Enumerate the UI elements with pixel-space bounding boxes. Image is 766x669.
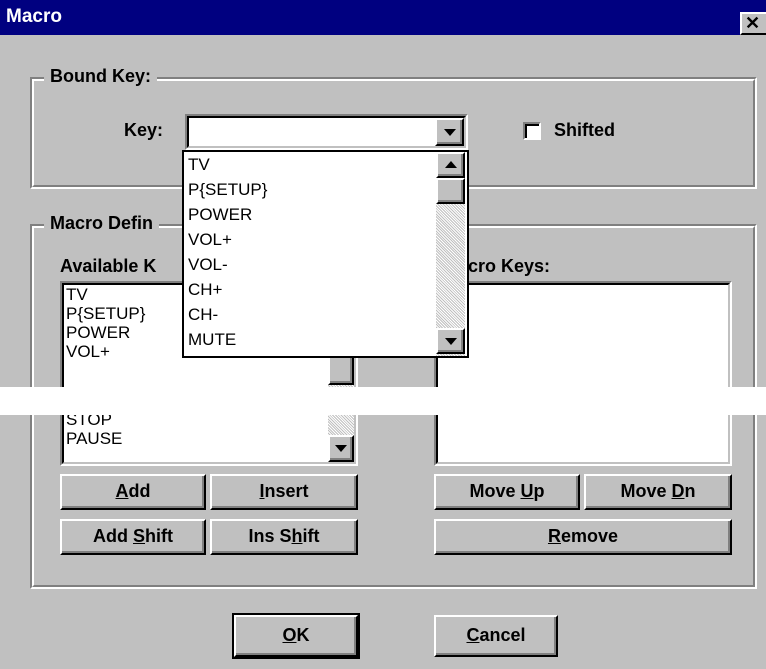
dropdown-item[interactable]: CH- <box>188 305 218 324</box>
shifted-checkbox[interactable] <box>523 122 541 140</box>
remove-button[interactable]: Remove <box>434 519 732 555</box>
scroll-down-button[interactable] <box>328 435 354 462</box>
bound-key-legend: Bound Key: <box>44 66 157 87</box>
chevron-down-icon <box>445 338 457 345</box>
dropdown-item[interactable]: TV <box>188 155 210 174</box>
window-title: Macro <box>6 6 62 27</box>
title-bar[interactable]: Macro ✕ <box>0 0 766 35</box>
ok-button[interactable]: OK <box>232 613 360 659</box>
cancel-button[interactable]: Cancel <box>434 615 558 657</box>
key-label: Key: <box>124 120 164 140</box>
add-shift-button[interactable]: Add Shift <box>60 519 206 555</box>
dropdown-scrollbar-thumb[interactable] <box>436 178 465 204</box>
macro-keys-list[interactable] <box>434 281 732 466</box>
list-item[interactable]: VOL+ <box>66 342 110 361</box>
dropdown-item[interactable]: VOL+ <box>188 230 232 249</box>
dropdown-scroll-up-button[interactable] <box>436 152 465 178</box>
close-icon: ✕ <box>745 13 761 33</box>
dropdown-item[interactable]: P{SETUP} <box>188 180 267 199</box>
macro-keys-label: cro Keys: <box>468 256 551 276</box>
dropdown-item[interactable]: VOL- <box>188 255 228 274</box>
move-down-button[interactable]: Move Dn <box>584 474 732 510</box>
dropdown-scrollbar[interactable] <box>436 152 465 356</box>
list-item[interactable]: PAUSE <box>66 429 122 448</box>
dropdown-scroll-down-button[interactable] <box>436 328 465 354</box>
macro-definition-legend: Macro Defin <box>44 213 160 234</box>
macro-dialog: Macro ✕ Bound Key: Key: Shifted Macro De… <box>0 0 766 669</box>
close-button[interactable]: ✕ <box>740 12 766 35</box>
key-combobox[interactable] <box>185 114 468 150</box>
chevron-up-icon <box>445 161 457 168</box>
image-gap-band <box>0 387 766 415</box>
ins-shift-button[interactable]: Ins Shift <box>210 519 358 555</box>
list-item[interactable]: TV <box>66 285 88 304</box>
available-keys-label: Available K <box>60 256 157 276</box>
shifted-label[interactable]: Shifted <box>554 120 615 141</box>
dropdown-item[interactable]: MUTE <box>188 330 236 349</box>
list-item[interactable]: POWER <box>66 323 130 342</box>
key-dropdown-button[interactable] <box>435 118 464 146</box>
insert-button[interactable]: Insert <box>210 474 358 510</box>
move-up-button[interactable]: Move Up <box>434 474 580 510</box>
key-dropdown-list[interactable]: TV P{SETUP} POWER VOL+ VOL- CH+ CH- MUTE <box>182 150 469 358</box>
list-item[interactable]: P{SETUP} <box>66 304 145 323</box>
chevron-down-icon <box>335 445 347 452</box>
dropdown-item[interactable]: POWER <box>188 205 252 224</box>
add-button[interactable]: Add <box>60 474 206 510</box>
chevron-down-icon <box>444 129 456 136</box>
dropdown-item[interactable]: CH+ <box>188 280 222 299</box>
